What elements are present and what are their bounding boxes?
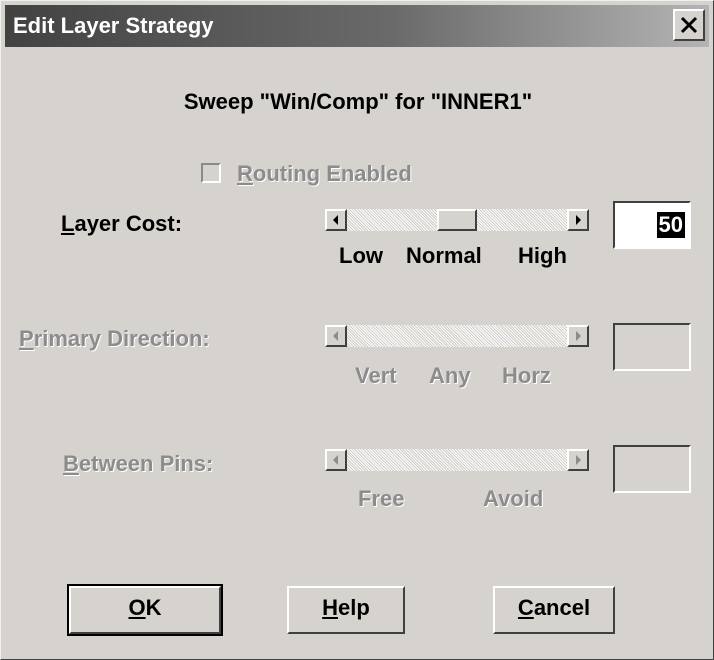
layer-cost-mnemonic: L (61, 211, 75, 236)
layer-cost-value: 50 (656, 212, 685, 238)
layer-cost-tick-high: High (518, 243, 567, 268)
primary-direction-label-rest: rimary Direction: (33, 326, 210, 351)
layer-cost-label-rest: ayer Cost: (74, 211, 183, 236)
routing-enabled-label: Routing Enabled (237, 161, 412, 187)
primary-direction-tick-horz: Horz (502, 363, 551, 388)
cancel-button[interactable]: Cancel (493, 586, 615, 634)
primary-direction-right-arrow[interactable] (567, 325, 589, 347)
between-pins-right-arrow[interactable] (567, 449, 589, 471)
left-arrow-icon (333, 455, 338, 465)
right-arrow-icon (576, 215, 581, 225)
between-pins-tick-avoid: Avoid (483, 486, 544, 511)
between-pins-value-field[interactable] (613, 445, 691, 493)
between-pins-label-rest: etween Pins: (78, 451, 214, 476)
routing-enabled-label-rest: outing Enabled (252, 161, 412, 186)
strategy-heading: Sweep "Win/Comp" for "INNER1" (183, 89, 533, 114)
layer-cost-slider-thumb[interactable] (437, 209, 477, 231)
close-icon (680, 16, 698, 34)
ok-mnemonic: O (128, 595, 146, 620)
title-bar[interactable]: Edit Layer Strategy (5, 5, 709, 47)
primary-direction-label: Primary Direction: (19, 326, 210, 352)
primary-direction-slider[interactable] (325, 325, 589, 347)
close-button[interactable] (673, 9, 705, 41)
layer-cost-tick-normal: Normal (406, 243, 482, 268)
right-arrow-icon (576, 455, 581, 465)
between-pins-label: Between Pins: (63, 451, 213, 477)
layer-cost-label: Layer Cost: (61, 211, 182, 237)
between-pins-tick-free: Free (358, 486, 405, 511)
layer-cost-slider[interactable] (325, 209, 589, 231)
layer-cost-left-arrow[interactable] (325, 209, 347, 231)
primary-direction-tick-any: Any (429, 363, 471, 388)
between-pins-mnemonic: B (63, 451, 79, 476)
primary-direction-tick-vert: Vert (355, 363, 397, 388)
primary-direction-mnemonic: P (19, 326, 34, 351)
routing-enabled-checkbox[interactable] (201, 163, 221, 183)
help-label-rest: elp (338, 595, 370, 620)
layer-cost-value-field[interactable]: 50 (613, 201, 691, 249)
between-pins-slider[interactable] (325, 449, 589, 471)
help-button[interactable]: Help (287, 586, 405, 634)
ok-button[interactable]: OK (67, 584, 223, 636)
window-title: Edit Layer Strategy (13, 13, 214, 38)
left-arrow-icon (333, 331, 338, 341)
primary-direction-value-field[interactable] (613, 323, 691, 371)
between-pins-left-arrow[interactable] (325, 449, 347, 471)
layer-cost-tick-low: Low (339, 243, 383, 268)
ok-label-rest: K (145, 595, 162, 620)
right-arrow-icon (576, 331, 581, 341)
cancel-label-rest: ancel (533, 595, 591, 620)
cancel-mnemonic: C (517, 595, 534, 620)
edit-layer-strategy-dialog: Edit Layer Strategy Sweep "Win/Comp" for… (0, 0, 714, 660)
layer-cost-right-arrow[interactable] (567, 209, 589, 231)
routing-enabled-mnemonic: R (237, 161, 253, 186)
primary-direction-left-arrow[interactable] (325, 325, 347, 347)
help-mnemonic: H (322, 595, 339, 620)
left-arrow-icon (333, 215, 338, 225)
